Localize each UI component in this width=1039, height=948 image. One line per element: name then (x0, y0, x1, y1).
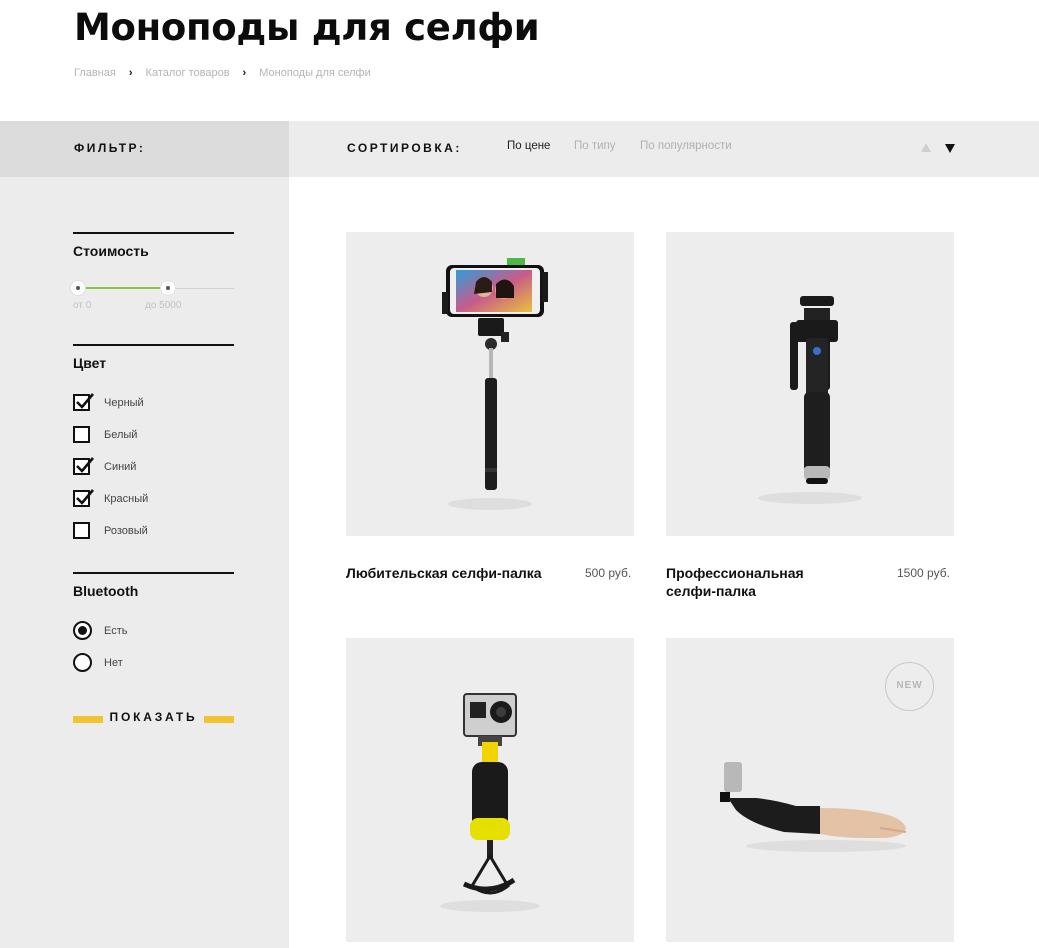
checkbox-checked[interactable] (73, 457, 94, 475)
new-badge: NEW (885, 662, 934, 711)
checkmark-icon (76, 489, 94, 505)
sort-label: СОРТИРОВКА: (347, 141, 462, 155)
show-button-label: ПОКАЗАТЬ (109, 710, 198, 724)
product-price: 1500 руб. (897, 566, 950, 580)
color-option-label: Синий (104, 460, 137, 473)
radio-selected[interactable] (73, 621, 92, 640)
color-option-label: Розовый (104, 524, 148, 537)
product-image-gopro-grip[interactable] (346, 638, 634, 942)
color-option-label: Белый (104, 428, 138, 441)
filter-sidebar: Стоимость от 0 до 5000 Цвет Черный Белый… (0, 177, 289, 948)
product-image-pro-stick[interactable] (666, 232, 954, 536)
breadcrumb-separator-icon: › (128, 67, 133, 79)
price-range-fill (78, 287, 168, 289)
sort-by-type[interactable]: По типу (574, 140, 616, 152)
checkbox-unchecked[interactable] (73, 426, 90, 443)
sort-descending-icon[interactable] (945, 144, 955, 153)
checkmark-icon (76, 393, 94, 409)
selfie-stick-phone-image (442, 258, 548, 510)
breadcrumb: Главная › Каталог товаров › Моноподы для… (74, 67, 371, 79)
price-filter-title: Стоимость (73, 243, 149, 259)
color-filter-title: Цвет (73, 355, 107, 371)
page-title: Моноподы для селфи (74, 6, 540, 49)
show-results-button[interactable]: ПОКАЗАТЬ (73, 710, 234, 724)
bluetooth-option-no[interactable]: Нет (73, 653, 123, 672)
bluetooth-option-yes[interactable]: Есть (73, 621, 127, 640)
price-min-handle[interactable] (71, 281, 85, 295)
divider (73, 572, 234, 574)
gopro-floating-grip-image (440, 693, 540, 912)
filter-header: ФИЛЬТР: (0, 121, 289, 177)
checkbox-checked[interactable] (73, 393, 94, 411)
product-name[interactable]: Любительская селфи-палка (346, 564, 542, 582)
color-option-label: Красный (104, 492, 149, 505)
pro-selfie-stick-image (758, 296, 862, 504)
price-max-label: до 5000 (145, 300, 182, 311)
breadcrumb-catalog[interactable]: Каталог товаров (146, 67, 230, 79)
color-option-label: Черный (104, 396, 144, 409)
sort-by-price[interactable]: По цене (507, 140, 550, 152)
bluetooth-option-label: Есть (104, 624, 128, 637)
price-max-handle[interactable] (161, 281, 175, 295)
sort-by-popularity[interactable]: По популярности (640, 140, 732, 152)
color-option-black[interactable]: Черный (73, 393, 144, 411)
divider (73, 232, 234, 234)
sort-ascending-icon[interactable] (921, 143, 931, 152)
breadcrumb-separator-icon: › (242, 67, 247, 79)
color-option-blue[interactable]: Синий (73, 457, 137, 475)
product-name-line: Профессиональная (666, 565, 804, 581)
product-name-line: селфи-палка (666, 583, 756, 599)
color-option-white[interactable]: Белый (73, 426, 137, 443)
product-image-amateur-stick[interactable] (346, 232, 634, 536)
product-image-selfie-arm[interactable]: NEW (666, 638, 954, 942)
sort-bar: СОРТИРОВКА: По цене По типу По популярно… (289, 121, 1039, 177)
product-price: 500 руб. (585, 566, 632, 580)
color-option-red[interactable]: Красный (73, 489, 149, 507)
breadcrumb-current: Моноподы для селфи (259, 67, 371, 79)
radio-unselected[interactable] (73, 653, 92, 672)
product-name[interactable]: Профессиональная селфи-палка (666, 564, 804, 600)
checkmark-icon (76, 457, 94, 473)
bluetooth-option-label: Нет (104, 656, 123, 669)
bluetooth-filter-title: Bluetooth (73, 583, 139, 599)
checkbox-unchecked[interactable] (73, 522, 90, 539)
checkbox-checked[interactable] (73, 489, 94, 507)
filter-label: ФИЛЬТР: (74, 141, 146, 155)
breadcrumb-home[interactable]: Главная (74, 67, 116, 79)
color-option-pink[interactable]: Розовый (73, 522, 148, 539)
divider (73, 344, 234, 346)
price-min-label: от 0 (73, 300, 92, 311)
